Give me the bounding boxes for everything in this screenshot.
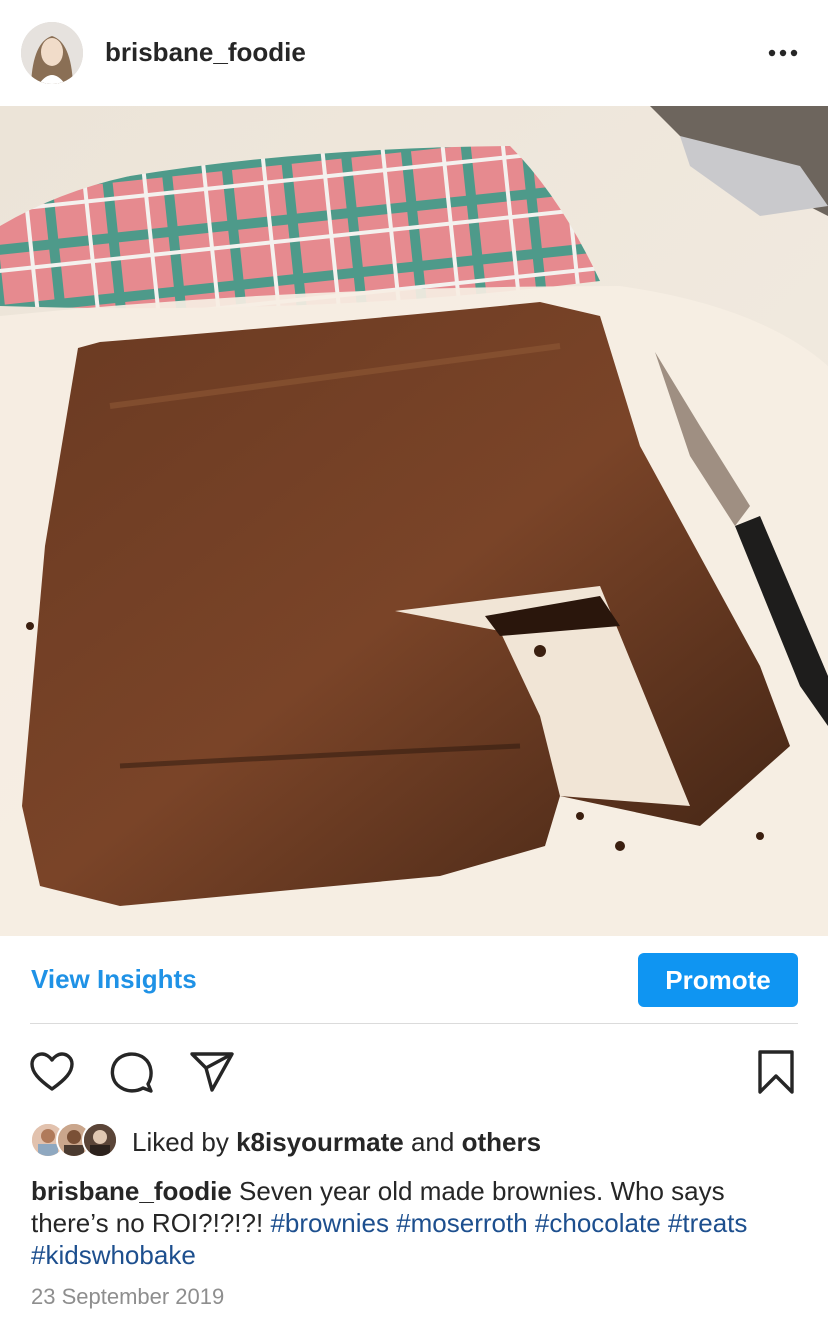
post-caption: brisbane_foodie Seven year old made brow… (31, 1175, 801, 1271)
hashtag-link[interactable]: #chocolate (535, 1208, 661, 1238)
more-options-icon[interactable] (760, 38, 806, 68)
insights-row: View Insights Promote (0, 936, 828, 1024)
brownie-photo (0, 106, 828, 936)
post-image[interactable] (0, 106, 828, 936)
hashtag-link[interactable]: #kidswhobake (31, 1240, 196, 1270)
hashtag-link[interactable]: #treats (668, 1208, 748, 1238)
post-username[interactable]: brisbane_foodie (105, 37, 306, 68)
liked-by-user[interactable]: k8isyourmate (236, 1127, 404, 1157)
promote-button[interactable]: Promote (638, 953, 798, 1007)
caption-username[interactable]: brisbane_foodie (31, 1176, 232, 1206)
like-heart-icon[interactable] (28, 1048, 76, 1096)
liked-by-prefix: Liked by (132, 1127, 237, 1157)
post-header: brisbane_foodie (0, 0, 828, 106)
liked-by-text: Liked by k8isyourmate and others (132, 1127, 541, 1158)
likes-row[interactable]: Liked by k8isyourmate and others (30, 1120, 810, 1160)
post-date: 23 September 2019 (31, 1284, 225, 1309)
hashtag-link[interactable]: #brownies (270, 1208, 389, 1238)
share-send-icon[interactable] (188, 1048, 236, 1096)
divider (30, 1023, 798, 1024)
profile-avatar[interactable] (21, 22, 83, 84)
comment-bubble-icon[interactable] (108, 1048, 156, 1096)
liked-by-middle: and (403, 1127, 462, 1157)
liker-avatar (82, 1122, 118, 1158)
view-insights-link[interactable]: View Insights (31, 964, 197, 995)
hashtag-link[interactable]: #moserroth (396, 1208, 528, 1238)
liked-by-others[interactable]: others (462, 1127, 541, 1157)
save-bookmark-icon[interactable] (752, 1048, 800, 1096)
